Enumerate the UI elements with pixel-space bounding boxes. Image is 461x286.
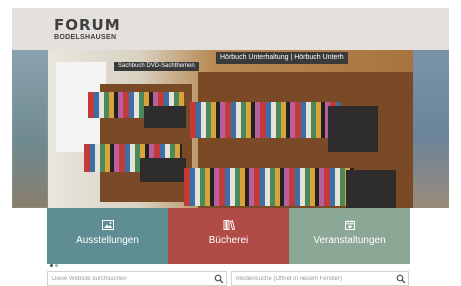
sign-sachbuch-label: Sachbuch [118, 63, 145, 69]
logo-link[interactable]: FORUM BODELSHAUSEN [54, 18, 121, 42]
calendar-icon [344, 220, 355, 230]
sign-dvd-label: DVD-Sachthemen [146, 63, 195, 69]
shelf-panel-1 [144, 106, 186, 128]
logo-subtitle: BODELSHAUSEN [54, 34, 117, 41]
search-icon[interactable] [396, 274, 406, 284]
hero-photo: Sachbuch DVD-Sachthemen Hörbuch Unterhal… [48, 50, 413, 208]
shelf-panel-3 [328, 106, 378, 152]
hero-blur-right [413, 50, 449, 208]
shelf-panel-2 [140, 158, 186, 182]
website-search-input[interactable] [48, 272, 212, 285]
slider-dots [50, 264, 60, 268]
media-search [231, 271, 409, 286]
tile-ausstellungen-label: Ausstellungen [76, 235, 139, 246]
website-search [47, 271, 227, 286]
books-icon [223, 220, 235, 230]
media-search-input[interactable] [232, 272, 394, 285]
slider-dot-1[interactable] [50, 264, 53, 267]
site-header: FORUM BODELSHAUSEN [12, 8, 449, 50]
hero-banner: Sachbuch DVD-Sachthemen Hörbuch Unterhal… [12, 50, 449, 208]
sign-hoerbuch: Hörbuch Unterhaltung | Hörbuch Unterh [216, 52, 348, 64]
tile-buecherei[interactable]: Bücherei [168, 208, 289, 264]
sign-hoerbuch-label: Hörbuch Unterhaltung | Hörbuch Unterh [220, 54, 344, 61]
tile-veranstaltungen[interactable]: Veranstaltungen [289, 208, 410, 264]
sign-sachbuch: Sachbuch DVD-Sachthemen [114, 62, 199, 71]
tile-buecherei-label: Bücherei [208, 235, 249, 246]
shelf-panel-4 [346, 170, 396, 208]
books-row-4 [184, 168, 354, 206]
image-icon [101, 220, 114, 230]
slider-dot-2[interactable] [55, 264, 58, 267]
search-icon[interactable] [214, 274, 224, 284]
tile-veranstaltungen-label: Veranstaltungen [313, 235, 386, 246]
hero-blur-left [12, 50, 48, 208]
quick-links: Ausstellungen Bücherei Veranstaltungen [47, 208, 410, 264]
tile-ausstellungen[interactable]: Ausstellungen [47, 208, 168, 264]
logo-wordmark: FORUM [54, 16, 121, 34]
books-row-3 [190, 102, 340, 138]
